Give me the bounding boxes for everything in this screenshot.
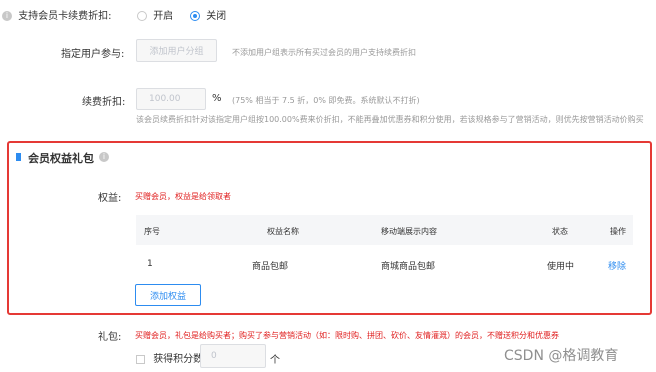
radio-close-label[interactable]: 关闭 (206, 11, 226, 22)
th-name: 权益名称 (267, 227, 299, 236)
renew-discount-label: 支持会员卡续费折扣: (18, 11, 112, 22)
gift-desc: 买赠会员，礼包是给购买者；购买了参与营销活动（如：限时购、拼团、砍价、友情灌溉）… (135, 331, 559, 340)
radio-circle-open[interactable] (137, 11, 147, 21)
section-marker (16, 153, 21, 161)
rights-label: 权益: (98, 193, 122, 204)
radio-close[interactable]: 关闭 (190, 7, 226, 22)
points-label: 获得积分数 (153, 354, 204, 365)
th-index: 序号 (144, 227, 160, 236)
table-row: 1 商品包邮 商城商品包邮 使用中 移除 (136, 245, 633, 283)
points-checkbox[interactable] (136, 354, 145, 364)
renew-discount-row: i 支持会员卡续费折扣: (2, 7, 112, 22)
percent-unit: % (212, 93, 222, 104)
td-mobile: 商城商品包邮 (381, 262, 436, 272)
user-group-hint: 不添加用户组表示所有买过会员的用户支持续费折扣 (232, 48, 416, 57)
renew-fold-label: 续费折扣: (82, 97, 126, 108)
radio-circle-close[interactable] (190, 11, 200, 21)
points-unit: 个 (270, 355, 280, 366)
th-status: 状态 (552, 227, 568, 236)
td-name: 商品包邮 (252, 262, 289, 272)
th-action: 操作 (610, 227, 626, 236)
watermark: CSDN @格调教育 (504, 348, 619, 364)
points-input[interactable]: 0 (200, 344, 266, 368)
renew-fold-input[interactable]: 100.00 (136, 88, 206, 110)
table-header: 序号 权益名称 移动端展示内容 状态 操作 (136, 215, 633, 245)
radio-open[interactable]: 开启 (137, 7, 173, 22)
th-mobile: 移动端展示内容 (381, 227, 437, 236)
radio-open-label[interactable]: 开启 (153, 11, 173, 22)
remove-link[interactable]: 移除 (608, 259, 626, 272)
td-index: 1 (147, 259, 153, 269)
gift-section-title: 会员权益礼包 (28, 152, 94, 165)
points-checkbox-row[interactable]: 获得积分数 (136, 350, 203, 365)
td-status: 使用中 (547, 262, 575, 272)
user-group-label: 指定用户参与: (61, 49, 125, 60)
help-icon: i (99, 152, 109, 162)
add-rights-button[interactable]: 添加权益 (135, 284, 201, 306)
help-icon: i (2, 11, 12, 21)
add-user-group-button[interactable]: 添加用户分组 (136, 39, 217, 62)
rights-desc: 买赠会员，权益是给领取者 (135, 192, 231, 201)
renew-fold-desc: 该会员续费折扣针对该指定用户组按100.00%费来价折扣，不能再叠加优惠券和积分… (136, 115, 644, 124)
renew-fold-hint: (75% 相当于 7.5 折，0% 即免费。系统默认不打折) (232, 96, 420, 105)
gift-label: 礼包: (98, 332, 122, 343)
